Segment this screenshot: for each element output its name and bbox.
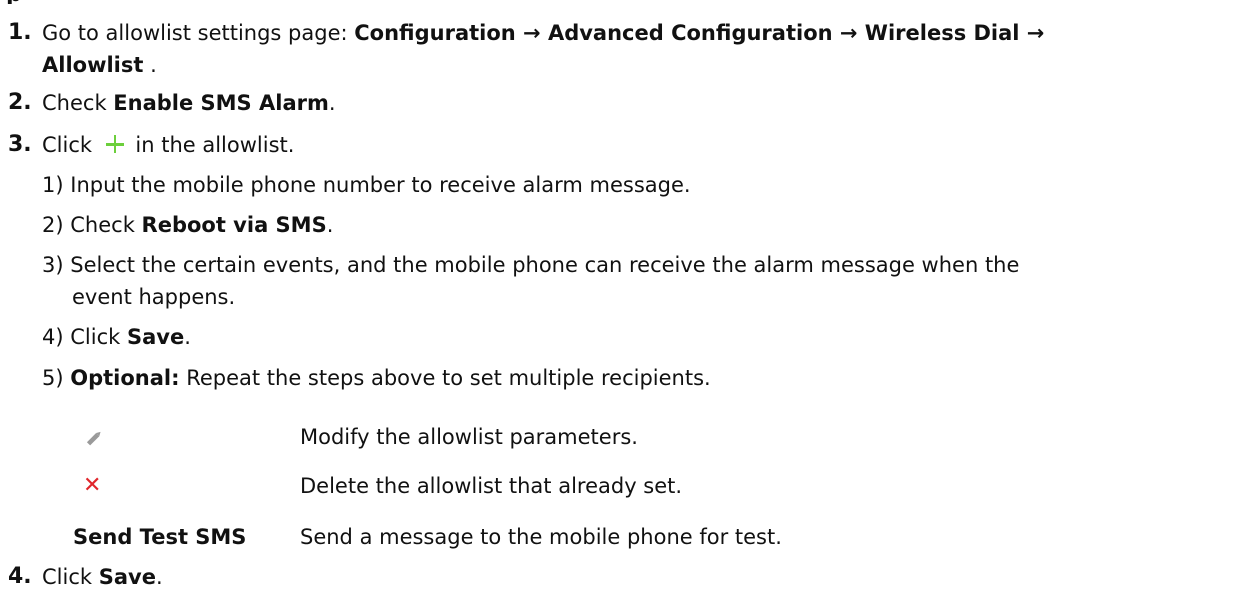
step-2-suffix: . [328, 91, 336, 115]
substep-1: 1) Input the mobile phone number to rece… [42, 171, 691, 199]
step-3-number: 3. [8, 132, 32, 157]
step-4-suffix: . [155, 565, 163, 589]
clipped-heading-fragment: p [6, 0, 26, 4]
step-1-text: Go to allowlist settings page: [42, 21, 355, 45]
step-4-option: Save [98, 565, 156, 589]
step-4-text: Click [42, 565, 99, 589]
document-page: p 1. Go to allowlist settings page: Conf… [0, 0, 1236, 590]
step-2-number: 2. [8, 90, 32, 115]
step-1-menu-path: Configuration → Advanced Configuration →… [354, 21, 1045, 45]
step-2-option: Enable SMS Alarm [113, 91, 329, 115]
substep-4-option: Save [126, 325, 185, 349]
substep-2-text: Check [70, 213, 142, 237]
step-3-text: Click [42, 133, 99, 157]
substep-3-number: 3) [42, 253, 64, 277]
substep-1-text: Input the mobile phone number to receive… [70, 173, 691, 197]
plus-icon [105, 134, 125, 154]
substep-5-optional-label: Optional: [70, 366, 180, 390]
substep-2: 2) Check Reboot via SMS. [42, 211, 333, 239]
substep-2-option: Reboot via SMS [141, 213, 327, 237]
substep-4: 4) Click Save. [42, 323, 191, 351]
send-test-sms-label: Send Test SMS [73, 525, 247, 549]
step-2-text: Check [42, 91, 114, 115]
step-1-line-2: Allowlist . [42, 51, 157, 79]
substep-4-suffix: . [184, 325, 191, 349]
substep-1-number: 1) [42, 173, 64, 197]
substep-4-number: 4) [42, 325, 64, 349]
step-1-line-1: Go to allowlist settings page: Configura… [42, 19, 1044, 47]
step-1-number: 1. [8, 20, 32, 45]
step-3-suffix: in the allowlist. [128, 133, 295, 157]
step-4-number: 4. [8, 564, 32, 589]
substep-3-text-cont: event happens. [72, 285, 236, 309]
substep-5-number: 5) [42, 366, 64, 390]
substep-5-text: Repeat the steps above to set multiple r… [179, 366, 711, 390]
substep-2-suffix: . [326, 213, 334, 237]
substep-3-line-1: 3) Select the certain events, and the mo… [42, 251, 1019, 279]
pencil-icon [86, 431, 101, 446]
step-2-line: Check Enable SMS Alarm. [42, 89, 336, 117]
step-1-menu-path-end: Allowlist [42, 53, 144, 77]
step-1-suffix: . [143, 53, 157, 77]
substep-3-text: Select the certain events, and the mobil… [70, 253, 1020, 277]
step-4-line: Click Save. [42, 563, 163, 591]
close-icon-description: Delete the allowlist that already set. [300, 474, 683, 498]
substep-5: 5) Optional: Repeat the steps above to s… [42, 364, 711, 392]
step-3-line: Click in the allowlist. [42, 131, 294, 159]
pencil-icon-description: Modify the allowlist parameters. [300, 425, 638, 449]
close-icon: ✕ [83, 473, 102, 498]
substep-2-number: 2) [42, 213, 64, 237]
substep-3-line-2: event happens. [72, 283, 235, 311]
substep-4-text: Click [70, 325, 127, 349]
send-test-sms-description: Send a message to the mobile phone for t… [300, 525, 782, 549]
